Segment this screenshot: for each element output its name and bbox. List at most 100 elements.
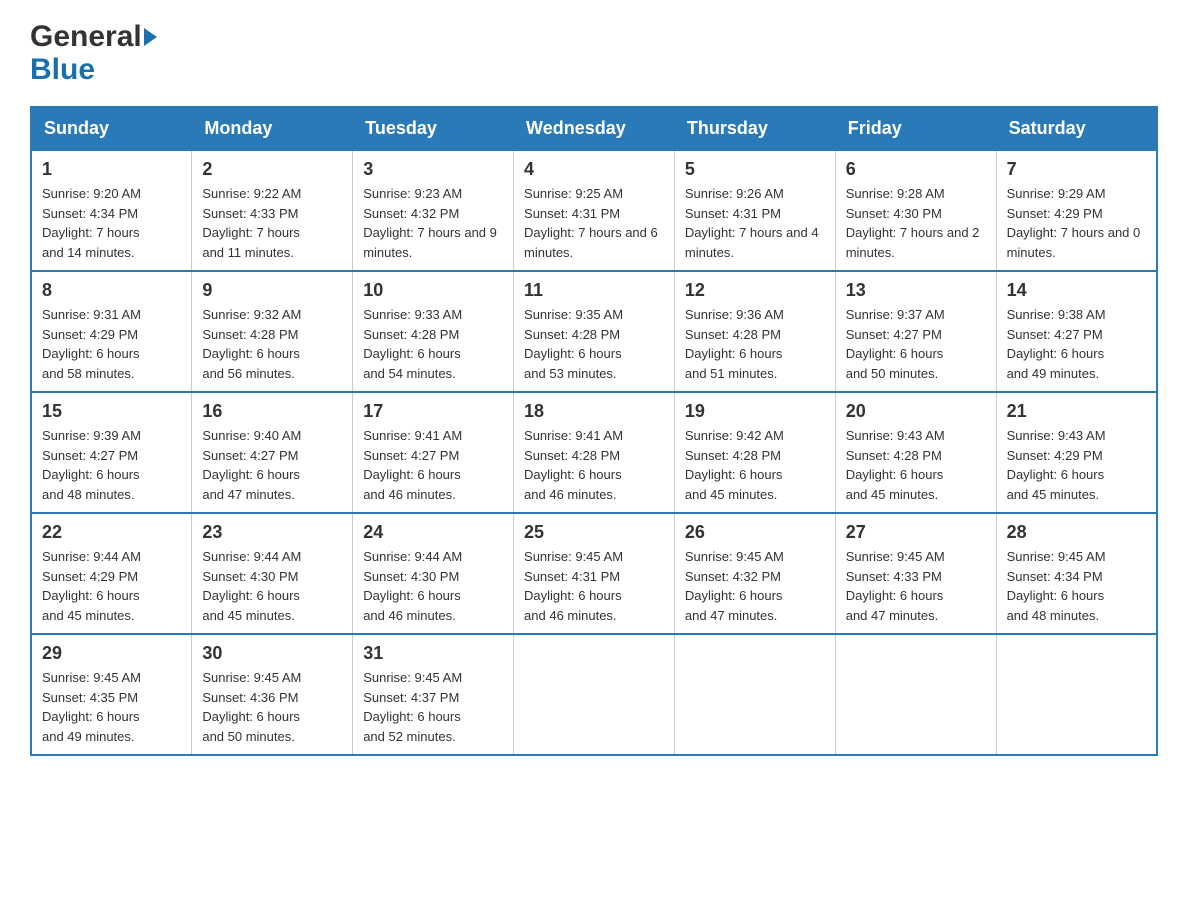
page-header: General Blue [30,20,1158,86]
day-number: 20 [846,401,986,422]
weekday-header-wednesday: Wednesday [514,107,675,150]
weekday-header-monday: Monday [192,107,353,150]
day-info: Sunrise: 9:33 AM Sunset: 4:28 PM Dayligh… [363,305,503,383]
logo: General Blue [30,20,157,86]
calendar-cell: 11 Sunrise: 9:35 AM Sunset: 4:28 PM Dayl… [514,271,675,392]
day-info: Sunrise: 9:35 AM Sunset: 4:28 PM Dayligh… [524,305,664,383]
day-info: Sunrise: 9:45 AM Sunset: 4:35 PM Dayligh… [42,668,181,746]
day-info: Sunrise: 9:45 AM Sunset: 4:34 PM Dayligh… [1007,547,1146,625]
day-info: Sunrise: 9:22 AM Sunset: 4:33 PM Dayligh… [202,184,342,262]
day-number: 19 [685,401,825,422]
day-number: 15 [42,401,181,422]
weekday-header-sunday: Sunday [31,107,192,150]
day-info: Sunrise: 9:43 AM Sunset: 4:29 PM Dayligh… [1007,426,1146,504]
calendar-cell: 27 Sunrise: 9:45 AM Sunset: 4:33 PM Dayl… [835,513,996,634]
day-info: Sunrise: 9:39 AM Sunset: 4:27 PM Dayligh… [42,426,181,504]
day-number: 10 [363,280,503,301]
day-number: 8 [42,280,181,301]
day-number: 13 [846,280,986,301]
calendar-week-3: 15 Sunrise: 9:39 AM Sunset: 4:27 PM Dayl… [31,392,1157,513]
day-number: 6 [846,159,986,180]
day-number: 11 [524,280,664,301]
day-info: Sunrise: 9:44 AM Sunset: 4:30 PM Dayligh… [363,547,503,625]
calendar-cell: 15 Sunrise: 9:39 AM Sunset: 4:27 PM Dayl… [31,392,192,513]
day-info: Sunrise: 9:26 AM Sunset: 4:31 PM Dayligh… [685,184,825,262]
day-number: 26 [685,522,825,543]
day-number: 5 [685,159,825,180]
day-info: Sunrise: 9:45 AM Sunset: 4:32 PM Dayligh… [685,547,825,625]
day-info: Sunrise: 9:28 AM Sunset: 4:30 PM Dayligh… [846,184,986,262]
day-info: Sunrise: 9:38 AM Sunset: 4:27 PM Dayligh… [1007,305,1146,383]
day-number: 22 [42,522,181,543]
calendar-cell: 19 Sunrise: 9:42 AM Sunset: 4:28 PM Dayl… [674,392,835,513]
day-number: 18 [524,401,664,422]
day-number: 21 [1007,401,1146,422]
day-number: 14 [1007,280,1146,301]
calendar-cell: 2 Sunrise: 9:22 AM Sunset: 4:33 PM Dayli… [192,150,353,271]
calendar-cell: 26 Sunrise: 9:45 AM Sunset: 4:32 PM Dayl… [674,513,835,634]
day-number: 23 [202,522,342,543]
calendar-cell: 5 Sunrise: 9:26 AM Sunset: 4:31 PM Dayli… [674,150,835,271]
day-info: Sunrise: 9:42 AM Sunset: 4:28 PM Dayligh… [685,426,825,504]
calendar-cell: 30 Sunrise: 9:45 AM Sunset: 4:36 PM Dayl… [192,634,353,755]
calendar-week-5: 29 Sunrise: 9:45 AM Sunset: 4:35 PM Dayl… [31,634,1157,755]
calendar-cell [514,634,675,755]
calendar-cell: 31 Sunrise: 9:45 AM Sunset: 4:37 PM Dayl… [353,634,514,755]
calendar-cell: 21 Sunrise: 9:43 AM Sunset: 4:29 PM Dayl… [996,392,1157,513]
day-info: Sunrise: 9:25 AM Sunset: 4:31 PM Dayligh… [524,184,664,262]
day-info: Sunrise: 9:45 AM Sunset: 4:37 PM Dayligh… [363,668,503,746]
day-info: Sunrise: 9:41 AM Sunset: 4:28 PM Dayligh… [524,426,664,504]
calendar-cell: 3 Sunrise: 9:23 AM Sunset: 4:32 PM Dayli… [353,150,514,271]
day-info: Sunrise: 9:43 AM Sunset: 4:28 PM Dayligh… [846,426,986,504]
day-number: 24 [363,522,503,543]
calendar-cell: 17 Sunrise: 9:41 AM Sunset: 4:27 PM Dayl… [353,392,514,513]
day-info: Sunrise: 9:45 AM Sunset: 4:33 PM Dayligh… [846,547,986,625]
day-info: Sunrise: 9:29 AM Sunset: 4:29 PM Dayligh… [1007,184,1146,262]
day-number: 7 [1007,159,1146,180]
calendar-cell [835,634,996,755]
calendar-cell: 29 Sunrise: 9:45 AM Sunset: 4:35 PM Dayl… [31,634,192,755]
calendar-cell: 4 Sunrise: 9:25 AM Sunset: 4:31 PM Dayli… [514,150,675,271]
calendar-cell: 25 Sunrise: 9:45 AM Sunset: 4:31 PM Dayl… [514,513,675,634]
calendar-week-1: 1 Sunrise: 9:20 AM Sunset: 4:34 PM Dayli… [31,150,1157,271]
day-info: Sunrise: 9:45 AM Sunset: 4:31 PM Dayligh… [524,547,664,625]
day-number: 4 [524,159,664,180]
calendar-cell: 7 Sunrise: 9:29 AM Sunset: 4:29 PM Dayli… [996,150,1157,271]
day-info: Sunrise: 9:41 AM Sunset: 4:27 PM Dayligh… [363,426,503,504]
calendar-table: SundayMondayTuesdayWednesdayThursdayFrid… [30,106,1158,756]
calendar-cell: 1 Sunrise: 9:20 AM Sunset: 4:34 PM Dayli… [31,150,192,271]
day-info: Sunrise: 9:32 AM Sunset: 4:28 PM Dayligh… [202,305,342,383]
calendar-cell [996,634,1157,755]
day-number: 3 [363,159,503,180]
calendar-cell: 16 Sunrise: 9:40 AM Sunset: 4:27 PM Dayl… [192,392,353,513]
calendar-cell: 18 Sunrise: 9:41 AM Sunset: 4:28 PM Dayl… [514,392,675,513]
day-info: Sunrise: 9:31 AM Sunset: 4:29 PM Dayligh… [42,305,181,383]
calendar-cell: 10 Sunrise: 9:33 AM Sunset: 4:28 PM Dayl… [353,271,514,392]
day-number: 2 [202,159,342,180]
logo-blue: Blue [30,53,95,86]
calendar-cell: 24 Sunrise: 9:44 AM Sunset: 4:30 PM Dayl… [353,513,514,634]
day-number: 25 [524,522,664,543]
day-info: Sunrise: 9:36 AM Sunset: 4:28 PM Dayligh… [685,305,825,383]
calendar-week-4: 22 Sunrise: 9:44 AM Sunset: 4:29 PM Dayl… [31,513,1157,634]
calendar-cell: 12 Sunrise: 9:36 AM Sunset: 4:28 PM Dayl… [674,271,835,392]
day-info: Sunrise: 9:20 AM Sunset: 4:34 PM Dayligh… [42,184,181,262]
calendar-cell: 20 Sunrise: 9:43 AM Sunset: 4:28 PM Dayl… [835,392,996,513]
day-number: 30 [202,643,342,664]
weekday-header-saturday: Saturday [996,107,1157,150]
calendar-cell: 13 Sunrise: 9:37 AM Sunset: 4:27 PM Dayl… [835,271,996,392]
day-number: 31 [363,643,503,664]
day-number: 29 [42,643,181,664]
day-info: Sunrise: 9:37 AM Sunset: 4:27 PM Dayligh… [846,305,986,383]
day-info: Sunrise: 9:40 AM Sunset: 4:27 PM Dayligh… [202,426,342,504]
weekday-header-tuesday: Tuesday [353,107,514,150]
day-number: 16 [202,401,342,422]
day-info: Sunrise: 9:45 AM Sunset: 4:36 PM Dayligh… [202,668,342,746]
logo-arrow-icon [144,28,157,46]
day-number: 12 [685,280,825,301]
day-number: 17 [363,401,503,422]
day-number: 1 [42,159,181,180]
day-number: 27 [846,522,986,543]
calendar-cell: 9 Sunrise: 9:32 AM Sunset: 4:28 PM Dayli… [192,271,353,392]
day-info: Sunrise: 9:44 AM Sunset: 4:29 PM Dayligh… [42,547,181,625]
